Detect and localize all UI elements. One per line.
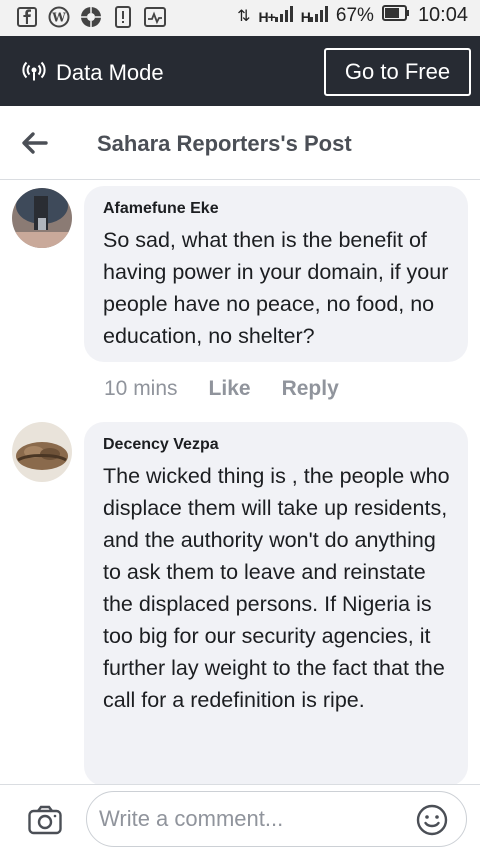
- phone-info-icon: [112, 6, 134, 28]
- camera-icon[interactable]: [28, 805, 62, 835]
- go-to-free-button[interactable]: Go to Free: [324, 48, 471, 96]
- avatar[interactable]: [12, 422, 72, 482]
- post-header: Sahara Reporters's Post: [0, 106, 480, 180]
- clock: 10:04: [417, 4, 468, 26]
- comment: Decency Vezpa The wicked thing is , the …: [0, 422, 480, 786]
- comment-text: The wicked thing is , the people who dis…: [103, 464, 450, 712]
- comment-input-box: [86, 791, 467, 847]
- activity-icon: [144, 6, 166, 28]
- status-bar: W ⇅ H+ H 67% 10:04: [0, 0, 480, 36]
- wordpress-icon: W: [48, 6, 70, 28]
- battery-percent: 67%: [335, 4, 374, 26]
- data-transfer-icon: ⇅: [237, 7, 251, 25]
- comment-time: 10 mins: [104, 377, 178, 400]
- page-title: Sahara Reporters's Post: [97, 131, 352, 156]
- compose-bar: [0, 784, 480, 854]
- notification-icons: W: [16, 6, 166, 28]
- comment-text: So sad, what then is the benefit of havi…: [103, 228, 449, 348]
- status-indicators: ⇅ H+ H 67% 10:04: [237, 4, 468, 27]
- signal-icon: H+: [258, 6, 293, 25]
- data-mode-label: Data Mode: [56, 60, 164, 85]
- aperture-icon: [80, 6, 102, 28]
- comment-bubble: Afamefune Eke So sad, what then is the b…: [84, 186, 468, 362]
- comment-input[interactable]: [99, 800, 399, 838]
- facebook-icon: [16, 6, 38, 28]
- battery-icon: [381, 4, 410, 27]
- data-mode-indicator: Data Mode: [22, 58, 164, 88]
- like-button[interactable]: Like: [209, 377, 251, 401]
- broadcast-icon: [22, 58, 46, 88]
- comment-author[interactable]: Afamefune Eke: [103, 200, 450, 218]
- signal-icon: H: [301, 6, 328, 25]
- comment-actions: 10 mins Like Reply: [104, 377, 339, 401]
- comment-bubble: Decency Vezpa The wicked thing is , the …: [84, 422, 468, 786]
- reply-button[interactable]: Reply: [282, 377, 339, 401]
- avatar[interactable]: [12, 188, 72, 248]
- emoji-icon[interactable]: [416, 804, 448, 836]
- data-mode-bar: Data Mode Go to Free: [0, 36, 480, 106]
- comment: Afamefune Eke So sad, what then is the b…: [0, 186, 480, 416]
- svg-text:W: W: [51, 11, 66, 25]
- back-arrow-icon[interactable]: [20, 128, 52, 158]
- comment-author[interactable]: Decency Vezpa: [103, 436, 450, 454]
